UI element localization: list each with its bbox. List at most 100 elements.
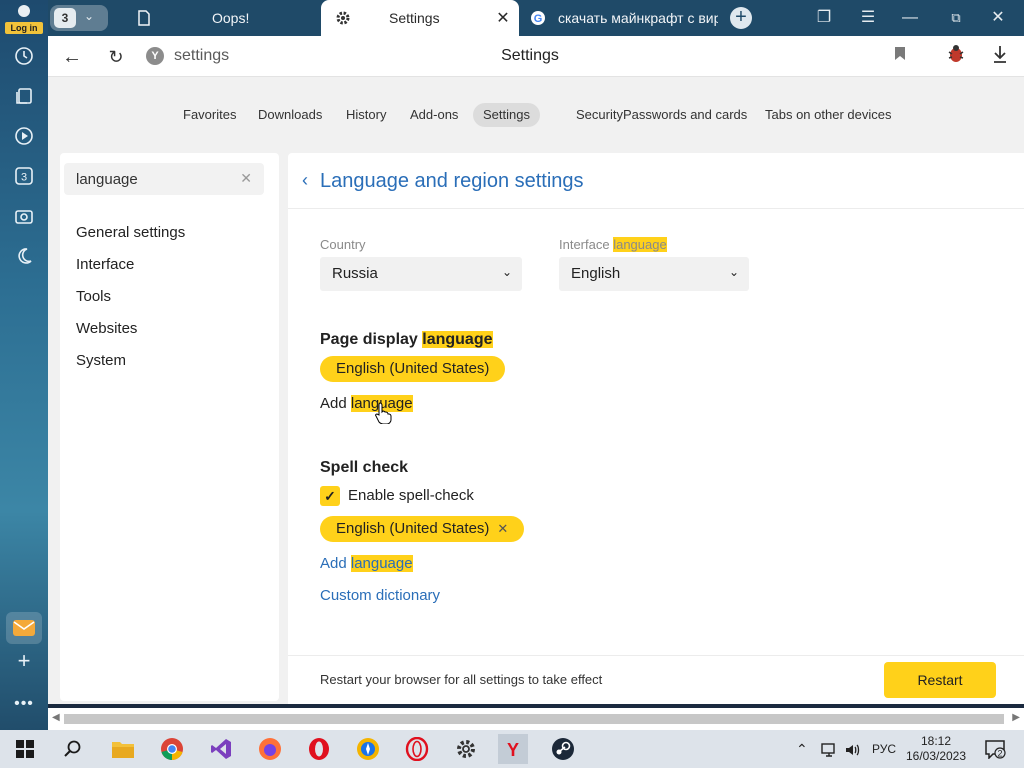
clock-date: 16/03/2023 bbox=[905, 749, 967, 763]
scrollbar-thumb[interactable] bbox=[64, 714, 1004, 724]
side-item-general-settings[interactable]: General settings bbox=[76, 224, 185, 241]
reload-icon[interactable]: ↻ bbox=[102, 44, 130, 70]
spell-language-chip[interactable]: English (United States) ✕ bbox=[320, 516, 525, 542]
input-language-indicator[interactable]: РУС bbox=[872, 730, 896, 768]
extension-bug-icon[interactable] bbox=[942, 44, 970, 70]
side-item-tools[interactable]: Tools bbox=[76, 288, 111, 305]
country-value: Russia bbox=[332, 265, 378, 282]
yandex-browser-icon[interactable]: Y bbox=[498, 734, 528, 764]
side-item-websites[interactable]: Websites bbox=[76, 320, 137, 337]
link-text: Add bbox=[320, 395, 351, 412]
firefox-icon[interactable] bbox=[255, 734, 285, 764]
tab-count-icon[interactable]: 3 bbox=[12, 164, 36, 188]
tab-group-counter[interactable]: 3 ⌄ bbox=[50, 5, 108, 31]
history-clock-icon[interactable] bbox=[12, 44, 36, 68]
scroll-right-arrow-icon[interactable]: ▶ bbox=[1012, 712, 1020, 723]
nav-favorites[interactable]: Favorites bbox=[173, 103, 246, 127]
nav-history[interactable]: History bbox=[336, 103, 396, 127]
opera-gx-icon[interactable] bbox=[402, 734, 432, 764]
browser-compass-icon[interactable] bbox=[353, 734, 383, 764]
side-item-interface[interactable]: Interface bbox=[76, 256, 134, 273]
custom-dictionary-link[interactable]: Custom dictionary bbox=[320, 587, 440, 604]
screenshot-camera-icon[interactable] bbox=[12, 204, 36, 228]
search-highlight: language bbox=[422, 331, 493, 348]
night-mode-moon-icon[interactable] bbox=[12, 244, 36, 268]
address-bar: ← ↻ Y settings Settings bbox=[48, 36, 1024, 77]
browser-sidebar: Log in 3 + ••• bbox=[0, 0, 48, 730]
page-language-chip[interactable]: English (United States) bbox=[320, 356, 506, 382]
more-dots-icon[interactable]: ••• bbox=[12, 692, 36, 716]
settings-side-menu: ✕ General settings Interface Tools Websi… bbox=[60, 153, 279, 701]
search-highlight: language bbox=[350, 555, 413, 572]
bookmark-icon[interactable] bbox=[886, 44, 914, 70]
file-explorer-icon[interactable] bbox=[108, 734, 138, 764]
settings-page: Favorites Downloads History Add-ons Sett… bbox=[48, 77, 1024, 704]
country-select[interactable]: Russia ⌄ bbox=[320, 257, 522, 291]
nav-settings[interactable]: Settings bbox=[473, 103, 540, 127]
video-play-icon[interactable] bbox=[12, 124, 36, 148]
menu-hamburger-icon[interactable]: ☰ bbox=[846, 0, 890, 36]
scroll-left-arrow-icon[interactable]: ◀ bbox=[52, 712, 60, 723]
add-panel-plus-icon[interactable]: + bbox=[12, 648, 36, 673]
search-icon[interactable] bbox=[58, 734, 88, 764]
label-text: Interface bbox=[559, 237, 614, 252]
close-window-icon[interactable]: ✕ bbox=[976, 0, 1020, 36]
notifications-icon[interactable]: 2 bbox=[980, 734, 1010, 764]
interface-language-select[interactable]: English ⌄ bbox=[559, 257, 749, 291]
section-header: ‹ Language and region settings bbox=[288, 153, 1024, 209]
chrome-icon[interactable] bbox=[157, 734, 187, 764]
side-item-system[interactable]: System bbox=[76, 352, 126, 369]
login-button[interactable]: Log in bbox=[5, 2, 43, 34]
nav-add-ons[interactable]: Add-ons bbox=[400, 103, 468, 127]
nav-passwords-and-cards[interactable]: Passwords and cards bbox=[613, 103, 757, 127]
nav-downloads[interactable]: Downloads bbox=[248, 103, 332, 127]
steam-icon[interactable] bbox=[548, 734, 578, 764]
nav-tabs-on-other-devices[interactable]: Tabs on other devices bbox=[755, 103, 901, 127]
gear-icon bbox=[333, 8, 353, 28]
add-page-language-link[interactable]: Add language bbox=[320, 395, 413, 412]
visual-studio-icon[interactable] bbox=[206, 734, 236, 764]
horizontal-scrollbar[interactable]: ◀ ▶ bbox=[48, 708, 1024, 730]
system-clock[interactable]: 18:12 16/03/2023 bbox=[900, 734, 972, 764]
remove-language-icon[interactable]: ✕ bbox=[497, 521, 508, 536]
minimize-icon[interactable]: — bbox=[888, 0, 932, 36]
user-icon bbox=[18, 5, 30, 17]
add-spell-language-link[interactable]: Add language bbox=[320, 555, 413, 572]
tabs-manager-icon[interactable]: ❐ bbox=[802, 0, 846, 36]
download-icon[interactable] bbox=[986, 44, 1014, 70]
collections-icon[interactable] bbox=[12, 84, 36, 108]
google-icon: G bbox=[528, 8, 548, 28]
spell-check-checkbox[interactable]: ✓ bbox=[320, 486, 340, 506]
country-label: Country bbox=[320, 237, 366, 252]
back-arrow-icon[interactable]: ← bbox=[58, 44, 86, 70]
network-icon[interactable] bbox=[820, 730, 838, 768]
settings-gear-icon[interactable] bbox=[451, 734, 481, 764]
restart-footer: Restart your browser for all settings to… bbox=[288, 655, 1024, 704]
chevron-down-icon: ⌄ bbox=[501, 265, 512, 279]
yandex-icon: Y bbox=[146, 47, 164, 65]
tab-search[interactable]: G скачать майнкрафт с вир bbox=[522, 0, 718, 36]
clear-search-icon[interactable]: ✕ bbox=[240, 170, 252, 187]
page-icon bbox=[134, 8, 154, 28]
login-label: Log in bbox=[5, 22, 43, 34]
tab-oops[interactable]: Oops! bbox=[122, 0, 318, 36]
volume-icon[interactable] bbox=[844, 730, 862, 768]
tab-settings[interactable]: Settings ✕ bbox=[321, 0, 519, 36]
page-display-language-heading: Page display language bbox=[320, 331, 493, 349]
search-input[interactable] bbox=[76, 169, 236, 189]
settings-search: ✕ bbox=[64, 163, 264, 195]
close-tab-icon[interactable]: ✕ bbox=[493, 8, 513, 28]
restore-icon[interactable]: ⧉ bbox=[934, 0, 978, 36]
windows-start-icon[interactable] bbox=[10, 734, 40, 764]
page-title: Settings bbox=[501, 47, 559, 64]
tab-title: Oops! bbox=[212, 10, 250, 26]
new-tab-plus-icon[interactable]: + bbox=[730, 7, 752, 29]
opera-icon[interactable] bbox=[304, 734, 334, 764]
back-chevron-icon[interactable]: ‹ bbox=[302, 170, 308, 191]
tray-chevron-up-icon[interactable]: ⌃ bbox=[796, 730, 808, 768]
mail-icon[interactable] bbox=[6, 612, 42, 644]
notification-count: 2 bbox=[997, 749, 1002, 759]
spell-check-label: Enable spell-check bbox=[348, 487, 474, 504]
url-text[interactable]: settings bbox=[174, 47, 229, 65]
restart-button[interactable]: Restart bbox=[884, 662, 996, 698]
